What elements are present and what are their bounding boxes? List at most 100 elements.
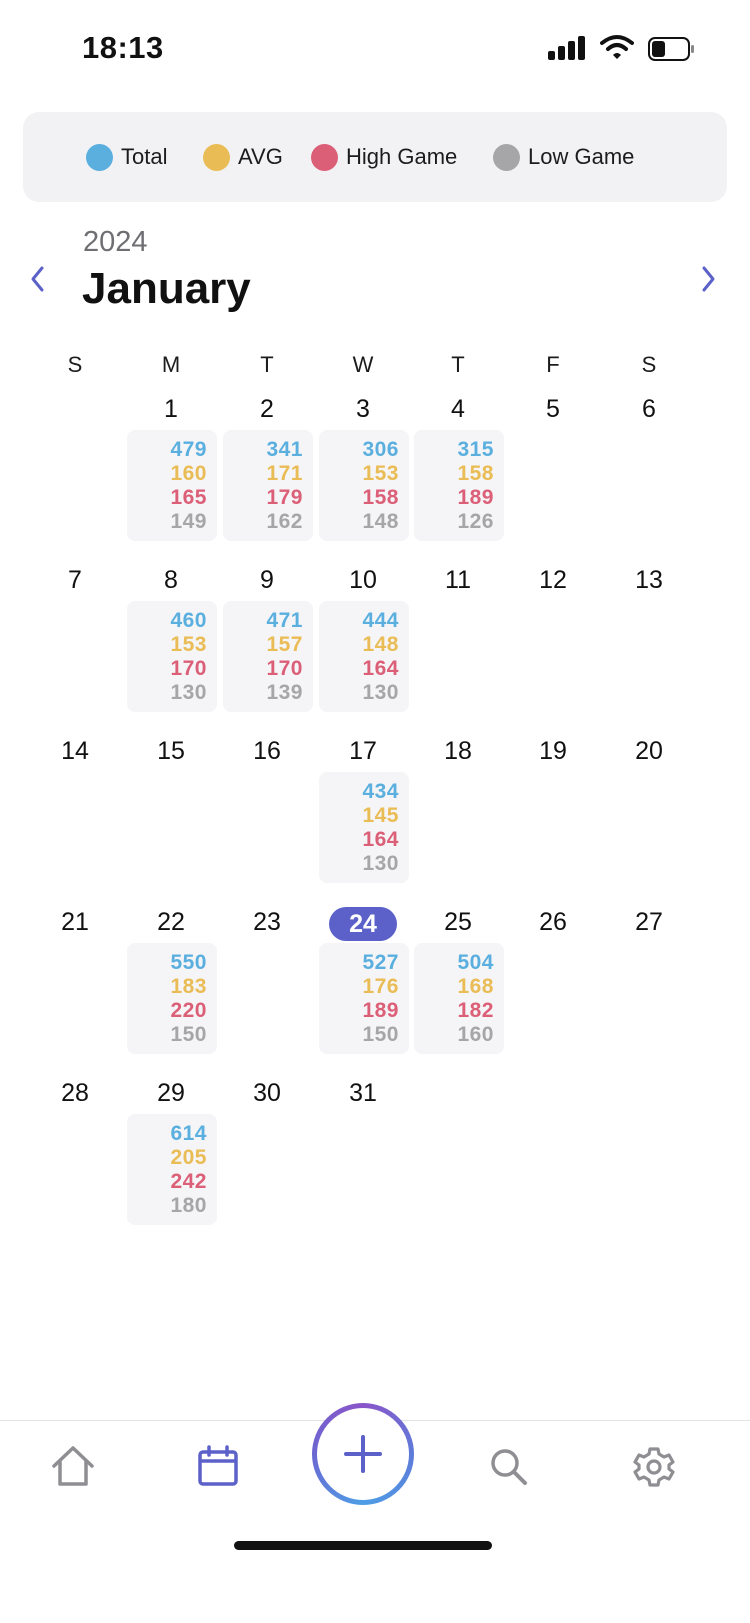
day-stats-card[interactable]: 444 148 164 130	[319, 601, 409, 712]
day-number[interactable]: 11	[428, 566, 488, 595]
day-number[interactable]: 13	[619, 566, 679, 595]
day-number[interactable]: 10	[333, 566, 393, 595]
total-score: 614	[170, 1122, 207, 1145]
low-game-score: 126	[457, 510, 494, 533]
total-color-dot	[86, 143, 113, 171]
day-number[interactable]: 28	[45, 1079, 105, 1108]
next-month-chevron-icon[interactable]	[694, 262, 722, 296]
high-game-score: 158	[362, 486, 399, 509]
gear-icon[interactable]	[633, 1446, 675, 1488]
total-score: 471	[266, 609, 303, 632]
day-number[interactable]: 19	[523, 737, 583, 766]
previous-month-chevron-icon[interactable]	[24, 262, 52, 296]
day-number[interactable]: 8	[141, 566, 201, 595]
search-icon[interactable]	[488, 1446, 528, 1486]
high-game-score: 189	[457, 486, 494, 509]
day-number[interactable]: 3	[333, 395, 393, 424]
legend-item-avg: AVG	[203, 142, 283, 172]
weekday-label: M	[161, 352, 181, 377]
average-score: 148	[362, 633, 399, 656]
weekday-label: S	[641, 352, 657, 377]
low-game-score: 148	[362, 510, 399, 533]
day-stats-card[interactable]: 315 158 189 126	[414, 430, 504, 541]
home-icon[interactable]	[50, 1444, 96, 1488]
total-score: 479	[170, 438, 207, 461]
legend-label: Low Game	[528, 144, 635, 169]
day-number[interactable]: 14	[45, 737, 105, 766]
day-number[interactable]: 2	[237, 395, 297, 424]
battery-icon	[648, 37, 694, 61]
day-stats-card[interactable]: 341 171 179 162	[223, 430, 313, 541]
day-stats-card[interactable]: 471 157 170 139	[223, 601, 313, 712]
total-score: 341	[266, 438, 303, 461]
weekday-label: T	[451, 352, 465, 377]
day-stats-card[interactable]: 614 205 242 180	[127, 1114, 217, 1225]
legend-item-total: Total	[86, 142, 167, 172]
total-score: 434	[362, 780, 399, 803]
legend-label: Total	[121, 144, 168, 169]
total-score: 550	[170, 951, 207, 974]
day-number[interactable]: 1	[141, 395, 201, 424]
day-number[interactable]: 12	[523, 566, 583, 595]
average-score: 157	[266, 633, 303, 656]
average-score: 153	[170, 633, 207, 656]
low-game-score: 160	[457, 1023, 494, 1046]
add-button-inner	[317, 1408, 409, 1500]
low-game-color-dot	[493, 143, 520, 171]
status-time: 18:13	[82, 30, 164, 65]
day-stats-card[interactable]: 434 145 164 130	[319, 772, 409, 883]
low-game-score: 130	[362, 852, 399, 875]
high-game-score: 220	[170, 999, 207, 1022]
day-number[interactable]: 26	[523, 908, 583, 937]
average-score: 158	[457, 462, 494, 485]
average-score: 171	[266, 462, 303, 485]
day-number[interactable]: 4	[428, 395, 488, 424]
day-number[interactable]: 31	[333, 1079, 393, 1108]
day-number[interactable]: 5	[523, 395, 583, 424]
home-indicator	[234, 1541, 492, 1550]
calendar-icon[interactable]	[196, 1444, 240, 1488]
day-stats-card[interactable]: 527 176 189 150	[319, 943, 409, 1054]
day-number[interactable]: 22	[141, 908, 201, 937]
day-number[interactable]: 16	[237, 737, 297, 766]
low-game-score: 130	[362, 681, 399, 704]
total-score: 527	[362, 951, 399, 974]
day-stats-card[interactable]: 460 153 170 130	[127, 601, 217, 712]
day-number[interactable]: 15	[141, 737, 201, 766]
day-number[interactable]: 25	[428, 908, 488, 937]
legend-item-high-game: High Game	[311, 142, 457, 172]
day-number[interactable]: 7	[45, 566, 105, 595]
cellular-signal-icon	[548, 36, 588, 60]
weekday-label: T	[260, 352, 274, 377]
low-game-score: 150	[362, 1023, 399, 1046]
add-game-button[interactable]	[312, 1403, 414, 1505]
day-number[interactable]: 18	[428, 737, 488, 766]
high-game-score: 242	[170, 1170, 207, 1193]
day-number[interactable]: 23	[237, 908, 297, 937]
day-number[interactable]: 21	[45, 908, 105, 937]
day-number[interactable]: 20	[619, 737, 679, 766]
high-game-score: 165	[170, 486, 207, 509]
day-number[interactable]: 30	[237, 1079, 297, 1108]
day-stats-card[interactable]: 479 160 165 149	[127, 430, 217, 541]
day-number[interactable]: 17	[333, 737, 393, 766]
total-score: 444	[362, 609, 399, 632]
wifi-icon	[600, 35, 634, 59]
high-game-score: 170	[266, 657, 303, 680]
plus-icon	[344, 1435, 382, 1473]
average-score: 205	[170, 1146, 207, 1169]
day-number[interactable]: 27	[619, 908, 679, 937]
low-game-score: 139	[266, 681, 303, 704]
day-number-today[interactable]: 24	[329, 907, 397, 941]
calendar-year: 2024	[83, 226, 148, 258]
day-stats-card[interactable]: 504 168 182 160	[414, 943, 504, 1054]
day-number[interactable]: 29	[141, 1079, 201, 1108]
low-game-score: 130	[170, 681, 207, 704]
day-number[interactable]: 6	[619, 395, 679, 424]
day-stats-card[interactable]: 306 153 158 148	[319, 430, 409, 541]
high-game-score: 164	[362, 828, 399, 851]
day-number[interactable]: 9	[237, 566, 297, 595]
high-game-score: 170	[170, 657, 207, 680]
day-stats-card[interactable]: 550 183 220 150	[127, 943, 217, 1054]
high-game-score: 179	[266, 486, 303, 509]
